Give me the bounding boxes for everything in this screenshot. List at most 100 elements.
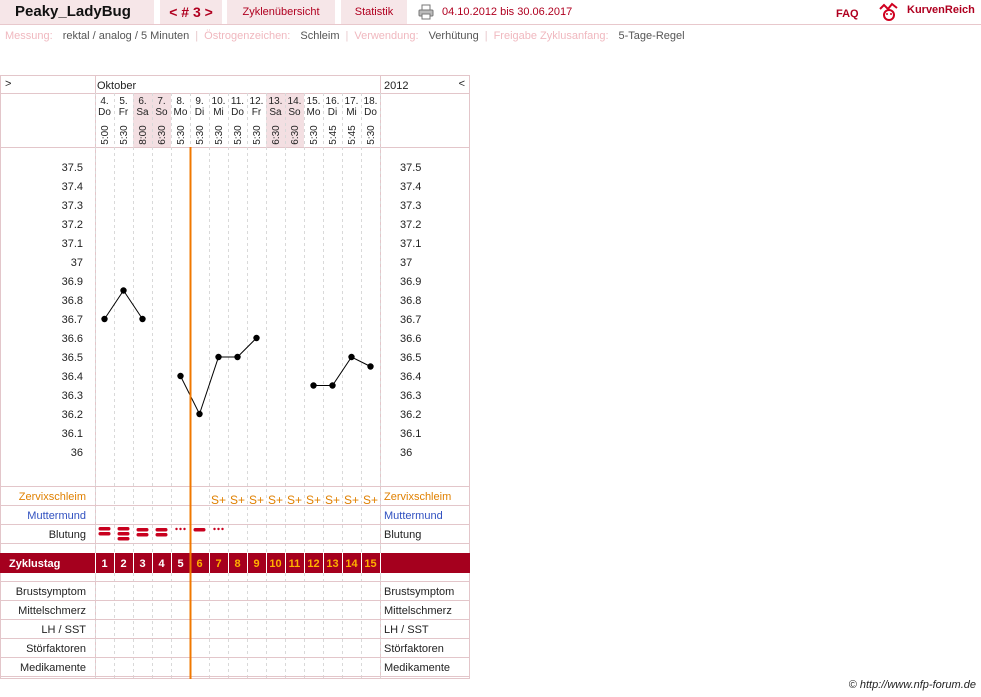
weekday-label: So [155,107,168,118]
temperature-line [104,289,143,320]
weekday-label: Mo [174,107,188,118]
year-label: 2012 [384,80,408,92]
time-label: 5:30 [176,125,187,145]
cervix-mucus-mark: S+ [363,493,378,507]
measurement-info: Messung: rektal / analog / 5 Minuten | Östr… [5,30,685,42]
meta-value-estrogen: Schleim [300,30,340,42]
cycle-day-number: 13 [326,558,338,570]
printer-icon[interactable] [418,4,434,20]
y-tick-left: 36 [71,447,83,459]
tab-cycle-overview[interactable]: Zyklenübersicht [227,0,335,24]
bleeding-heavy-mark [117,537,130,541]
y-tick-left: 37.4 [62,181,83,193]
y-tick-left: 36.5 [62,352,83,364]
bleeding-medium-mark [193,528,206,532]
time-label: 6:30 [157,125,168,145]
bleeding-medium-mark [155,533,168,537]
time-label: 5:30 [233,125,244,145]
bleeding-spotting-mark [213,527,216,531]
cycle-day-number: 4 [158,558,165,570]
day-number: 5. [119,96,127,107]
y-tick-right: 37.2 [400,219,421,231]
bleeding-medium-mark [155,528,168,532]
date-range: 04.10.2012 bis 30.06.2017 [442,6,573,18]
y-tick-left: 37.3 [62,200,83,212]
y-tick-right: 37 [400,257,412,269]
bleeding-spotting-mark [175,527,178,531]
day-number: 18. [364,96,378,107]
faq-link[interactable]: FAQ [836,2,859,26]
meta-key-measurement: Messung: [5,30,53,42]
time-label: 5:30 [252,125,263,145]
weekday-label: Mi [213,107,224,118]
weekday-label: Sa [136,107,149,118]
cycle-day-label: Zyklustag [9,558,60,570]
y-tick-right: 36.3 [400,390,421,402]
row-breast-symptom-label-right: Brustsymptom [384,586,454,598]
temperature-point [196,410,203,418]
bleeding-spotting-mark [217,527,220,531]
y-tick-right: 37.5 [400,162,421,174]
time-label: 5:45 [328,125,339,145]
y-tick-right: 37.1 [400,238,421,250]
temperature-point [120,287,127,294]
bleeding-spotting-mark [221,527,224,531]
time-label: 5:30 [366,125,377,145]
month-label: Oktober [97,80,136,92]
cycle-day-number: 6 [196,558,202,570]
nav-left-arrow[interactable]: > [5,78,11,90]
copyright: © http://www.nfp-forum.de [848,679,976,691]
day-number: 9. [195,96,203,107]
weekday-label: Do [98,107,111,118]
weekday-label: Sa [269,107,282,118]
y-tick-left: 36.3 [62,390,83,402]
cycle-navigator[interactable]: < # 3 > [160,0,222,24]
cycle-day-number: 10 [269,558,281,570]
kurvenreich-logo-icon[interactable] [878,1,900,21]
y-tick-right: 36.5 [400,352,421,364]
day-number: 14. [288,96,302,107]
weekday-label: Di [195,107,204,118]
time-label: 8:00 [138,125,149,145]
y-tick-right: 36.6 [400,333,421,345]
y-tick-right: 36.4 [400,371,421,383]
cycle-day-number: 5 [177,558,183,570]
bleeding-heavy-mark [117,532,130,536]
time-label: 5:30 [119,125,130,145]
weekday-label: Do [364,107,377,118]
cervix-mucus-mark: S+ [249,493,264,507]
cycle-day-number: 12 [307,558,319,570]
y-tick-left: 37.5 [62,162,83,174]
tab-statistics[interactable]: Statistik [341,0,407,24]
day-number: 17. [345,96,359,107]
time-label: 6:30 [271,125,282,145]
y-tick-right: 36.7 [400,314,421,326]
day-number: 12. [250,96,264,107]
row-cervix-mucus-label-right: Zervixschleim [384,491,451,503]
cycle-day-number: 14 [345,558,358,570]
y-tick-left: 36.4 [62,371,83,383]
y-tick-right: 36.8 [400,295,421,307]
temperature-point [367,363,374,370]
row-lh-test-label-left: LH / SST [41,624,86,636]
y-tick-right: 37.4 [400,181,421,193]
temperature-point [101,315,108,323]
cervix-mucus-mark: S+ [306,493,321,507]
row-breast-symptom-label-left: Brustsymptom [16,586,86,598]
day-number: 6. [138,96,146,107]
temperature-point [310,382,317,389]
y-tick-right: 36.2 [400,409,421,421]
row-cervical-position-label-right: Muttermund [384,510,443,522]
temperature-chart: > <Oktober 20124.Do5:005.Fr5:306.Sa8:007.S… [0,75,470,679]
time-label: 5:30 [195,125,206,145]
temperature-point [253,334,260,342]
meta-key-cycle-release: Freigabe Zyklusanfang: [493,30,609,42]
day-number: 10. [212,96,226,107]
cycle-day-number: 3 [139,558,145,570]
bleeding-medium-mark [136,533,149,537]
nav-right-arrow[interactable]: < [459,78,465,90]
weekday-label: Mi [346,107,357,118]
temperature-line [180,337,257,416]
brand-name[interactable]: KurvenReich [907,4,975,16]
row-mittelschmerz-label-right: Mittelschmerz [384,605,452,617]
